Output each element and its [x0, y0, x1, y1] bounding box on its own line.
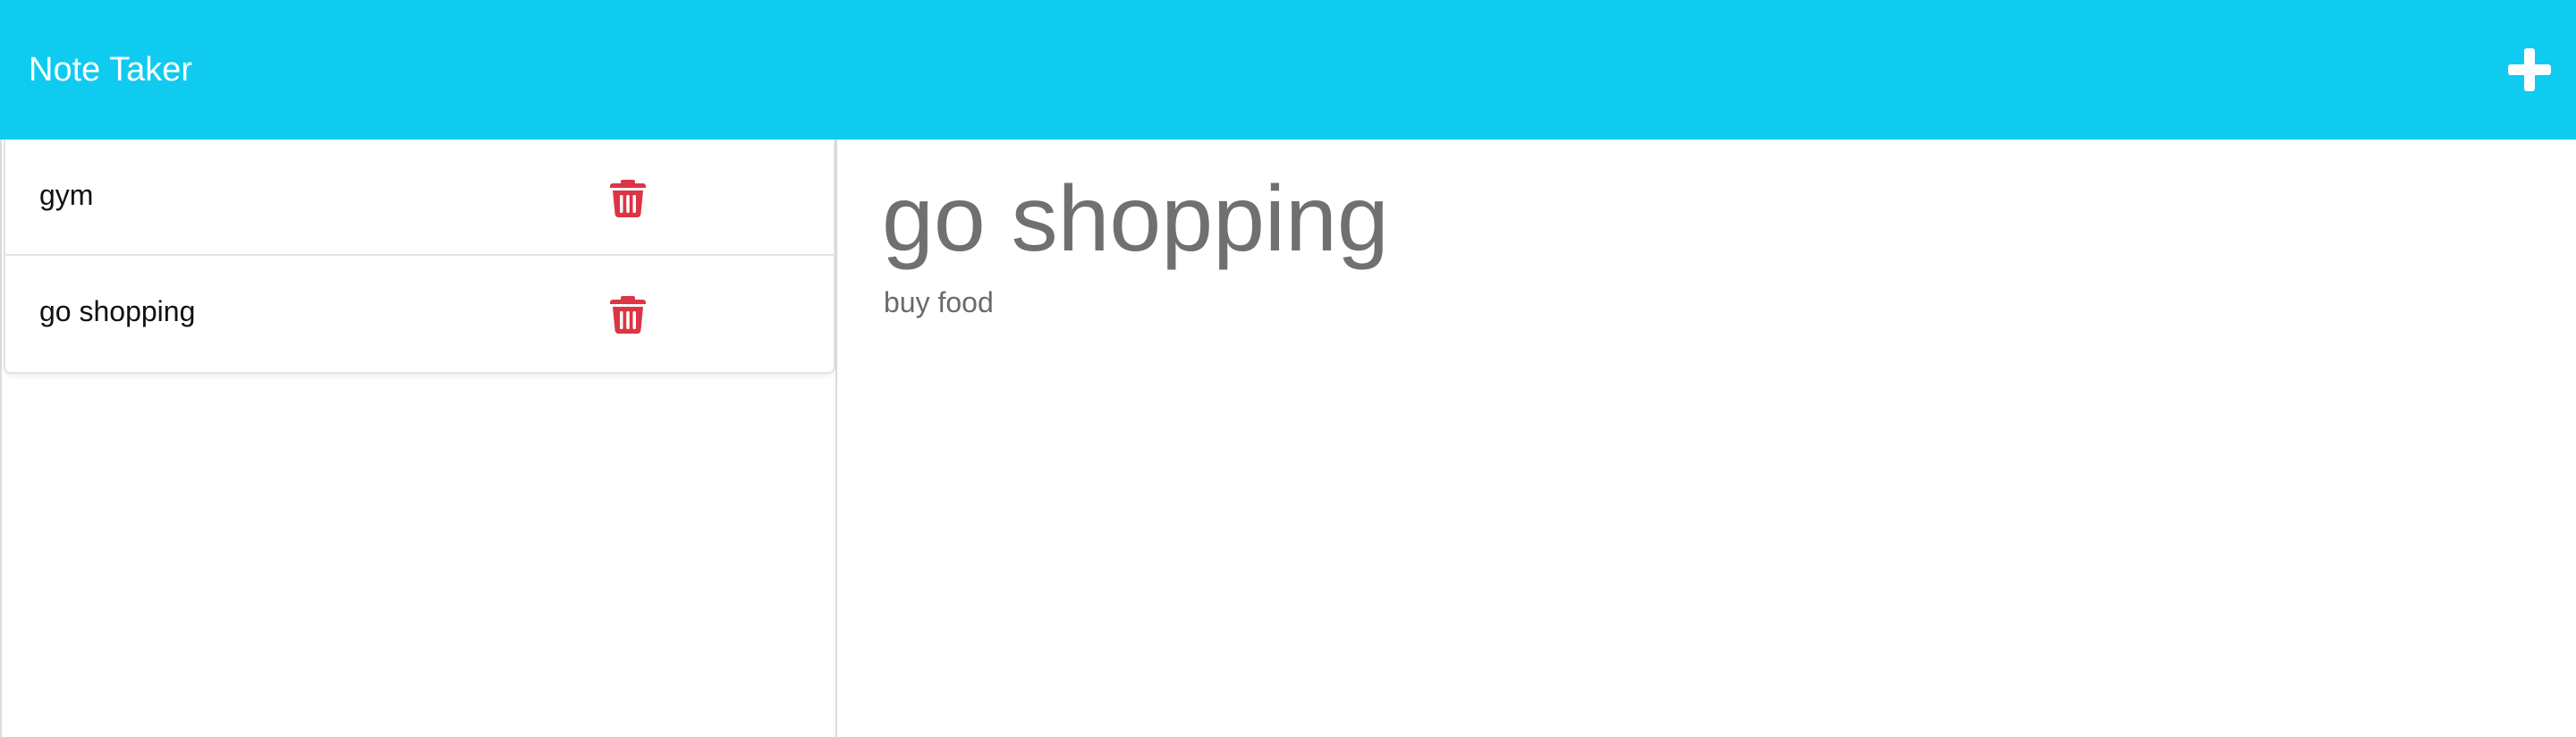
note-list-item-gym[interactable]: gym — [5, 140, 834, 256]
note-list-item-title[interactable]: go shopping — [39, 292, 195, 331]
note-text-area[interactable]: buy food — [884, 283, 2136, 551]
plus-icon — [2508, 48, 2551, 91]
trash-icon — [610, 296, 646, 334]
note-editor: buy food — [837, 140, 2576, 737]
app-title[interactable]: Note Taker — [29, 47, 192, 93]
delete-note-button[interactable] — [610, 178, 646, 217]
trash-icon — [610, 180, 646, 217]
note-list: gym go shopping — [4, 140, 835, 374]
delete-note-button[interactable] — [610, 294, 646, 334]
navbar: Note Taker — [0, 0, 2576, 140]
note-title-input[interactable] — [882, 161, 2134, 277]
sidebar: gym go shopping — [0, 140, 837, 737]
note-list-item-title[interactable]: gym — [39, 175, 93, 215]
new-note-button[interactable] — [2504, 45, 2555, 95]
note-list-item-go-shopping[interactable]: go shopping — [5, 256, 834, 372]
